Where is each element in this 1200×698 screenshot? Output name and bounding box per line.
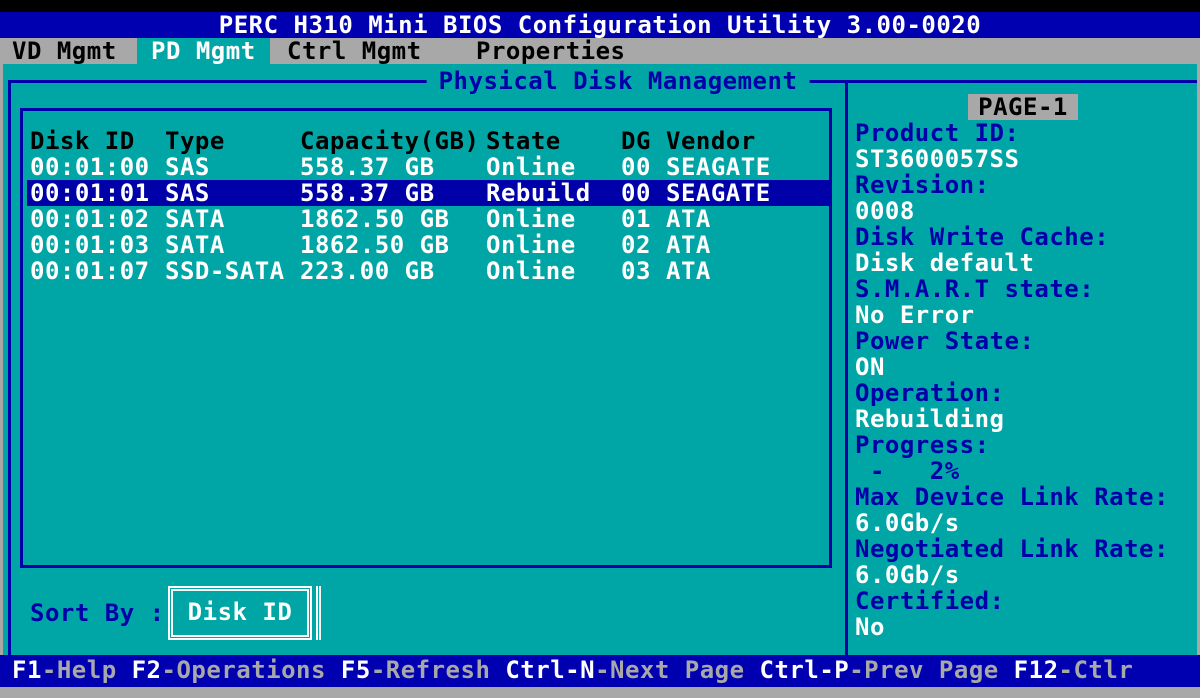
cell-type: SATA: [165, 206, 225, 232]
detail-value: Rebuilding: [849, 406, 1197, 432]
detail-label: Power State:: [849, 328, 1197, 354]
column-header-dg: DG: [621, 128, 651, 154]
cell-dg: 00: [621, 154, 651, 180]
cell-state: Online: [486, 258, 576, 284]
detail-value: - 2%: [849, 458, 1197, 484]
detail-value: ON: [849, 354, 1197, 380]
hotkey-f5: F5: [341, 656, 371, 684]
table-row[interactable]: 00:01:00 SAS 558.37 GB Online 00 SEAGATE: [27, 154, 829, 180]
cell-type: SSD-SATA: [165, 258, 285, 284]
detail-label: Max Device Link Rate:: [849, 484, 1197, 510]
hotkey-description: -Help: [42, 656, 132, 684]
hotkey-description: -Ctlr: [1059, 656, 1134, 684]
detail-label: Operation:: [849, 380, 1197, 406]
cell-capacity: 223.00 GB: [300, 258, 435, 284]
hotkey-f2: F2: [132, 656, 162, 684]
hotkey-ctrl-n: Ctrl-N: [505, 656, 595, 684]
detail-label: Product ID:: [849, 120, 1197, 146]
cell-vendor: ATA: [666, 232, 711, 258]
hotkey-description: -Next Page: [595, 656, 759, 684]
hotkey-ctrl-p: Ctrl-P: [760, 656, 850, 684]
detail-label: Progress:: [849, 432, 1197, 458]
cell-type: SAS: [165, 154, 210, 180]
detail-value: 6.0Gb/s: [849, 562, 1197, 588]
disk-table-rows: 00:01:00SAS558.37 GBOnline00SEAGATE00:01…: [27, 154, 829, 284]
page-badge-row: PAGE-1: [849, 94, 1197, 120]
cell-vendor: ATA: [666, 258, 711, 284]
detail-value: No: [849, 614, 1197, 640]
bottom-gray-strip: [0, 687, 1200, 698]
details-panel: PAGE-1 Product ID:ST3600057SSRevision:00…: [849, 94, 1197, 640]
cell-type: SAS: [165, 180, 210, 206]
cell-disk_id: 00:01:00: [30, 154, 150, 180]
cell-capacity: 1862.50 GB: [300, 232, 450, 258]
hotkey-status-bar: F1-Help F2-Operations F5-Refresh Ctrl-N-…: [0, 655, 1200, 687]
cell-dg: 00: [621, 180, 651, 206]
cell-disk_id: 00:01:01: [30, 180, 150, 206]
detail-value: Disk default: [849, 250, 1197, 276]
menu-bar: VD Mgmt PD Mgmt Ctrl Mgmt Properties: [0, 38, 1200, 64]
menu-item-ctrl-mgmt[interactable]: Ctrl Mgmt: [287, 38, 422, 64]
table-row[interactable]: 00:01:07 SSD-SATA 223.00 GB Online 03 ATA: [27, 258, 829, 284]
menu-item-pd-mgmt[interactable]: PD Mgmt: [137, 38, 270, 64]
cell-vendor: ATA: [666, 206, 711, 232]
detail-label: Revision:: [849, 172, 1197, 198]
hotkey-f12: F12: [1014, 656, 1059, 684]
menu-item-properties[interactable]: Properties: [476, 38, 626, 64]
panel-divider: [845, 80, 848, 655]
cell-dg: 01: [621, 206, 651, 232]
app-title-bar: PERC H310 Mini BIOS Configuration Utilit…: [0, 12, 1200, 38]
cell-state: Online: [486, 154, 576, 180]
column-header-capacity: Capacity(GB): [300, 128, 479, 154]
cell-vendor: SEAGATE: [666, 154, 771, 180]
cell-dg: 02: [621, 232, 651, 258]
cell-state: Rebuild: [486, 180, 591, 206]
column-header-vendor: Vendor: [666, 128, 756, 154]
disk-table-header: Disk ID Type Capacity(GB) State DG Vendor: [27, 128, 829, 154]
detail-label: Certified:: [849, 588, 1197, 614]
detail-value: 6.0Gb/s: [849, 510, 1197, 536]
cell-capacity: 558.37 GB: [300, 180, 435, 206]
outer-frame-left-border: [8, 80, 11, 655]
table-row[interactable]: 00:01:02 SATA 1862.50 GB Online 01 ATA: [27, 206, 829, 232]
page-title: Physical Disk Management: [427, 68, 810, 94]
detail-value: ST3600057SS: [849, 146, 1197, 172]
sort-by-label: Sort By :: [30, 600, 165, 626]
cell-disk_id: 00:01:03: [30, 232, 150, 258]
hotkey-description: -Prev Page: [849, 656, 1013, 684]
cell-disk_id: 00:01:02: [30, 206, 150, 232]
bios-screen: PERC H310 Mini BIOS Configuration Utilit…: [0, 0, 1200, 698]
cell-vendor: SEAGATE: [666, 180, 771, 206]
detail-value: 0008: [849, 198, 1197, 224]
cell-state: Online: [486, 232, 576, 258]
column-header-disk_id: Disk ID: [30, 128, 135, 154]
cell-disk_id: 00:01:07: [30, 258, 150, 284]
hotkey-f1: F1: [12, 656, 42, 684]
hotkey-description: -Refresh: [371, 656, 506, 684]
screen-edge-left: [0, 64, 3, 698]
detail-label: Disk Write Cache:: [849, 224, 1197, 250]
cell-capacity: 558.37 GB: [300, 154, 435, 180]
cell-type: SATA: [165, 232, 225, 258]
detail-label: Negotiated Link Rate:: [849, 536, 1197, 562]
table-row-selected[interactable]: 00:01:01 SAS 558.37 GB Rebuild 00 SEAGATE: [27, 180, 829, 206]
cell-state: Online: [486, 206, 576, 232]
table-row[interactable]: 00:01:03 SATA 1862.50 GB Online 02 ATA: [27, 232, 829, 258]
column-header-type: Type: [165, 128, 225, 154]
cell-dg: 03: [621, 258, 651, 284]
page-badge: PAGE-1: [968, 94, 1078, 120]
column-header-state: State: [486, 128, 561, 154]
detail-value: No Error: [849, 302, 1197, 328]
sort-by-selector-shadow: [316, 586, 321, 640]
sort-by-selector[interactable]: Disk ID: [168, 586, 312, 640]
detail-label: S.M.A.R.T state:: [849, 276, 1197, 302]
hotkey-description: -Operations: [162, 656, 341, 684]
cell-capacity: 1862.50 GB: [300, 206, 450, 232]
menu-item-vd-mgmt[interactable]: VD Mgmt: [12, 38, 117, 64]
